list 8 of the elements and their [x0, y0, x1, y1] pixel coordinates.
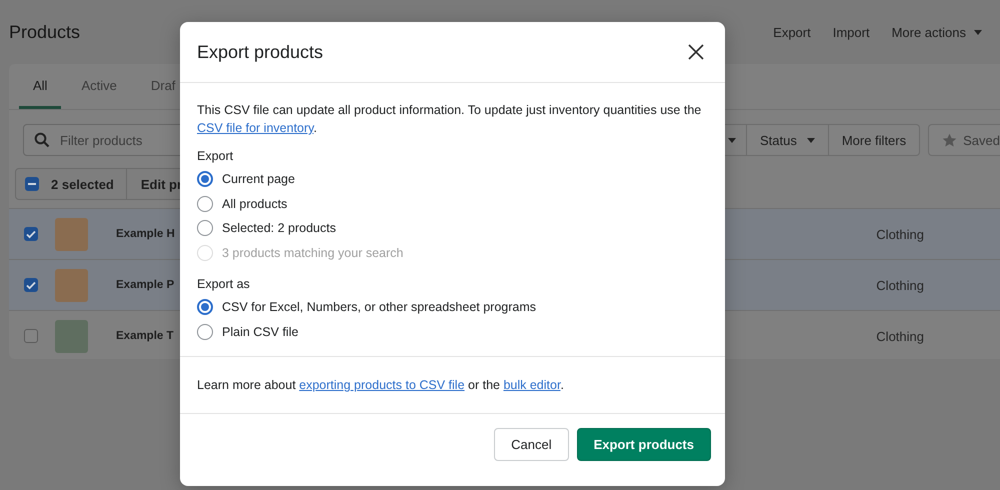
- group-label: Export as: [197, 277, 251, 291]
- product-type: Clothing: [876, 328, 924, 344]
- selected-count: 2 selected: [39, 169, 127, 199]
- learn-more-text: Learn more about exporting products to CSV file or the bulk editor.: [197, 377, 565, 394]
- product-type: Clothing: [876, 226, 924, 242]
- product-type: Clothing: [876, 278, 924, 292]
- page-title: Products: [9, 22, 80, 42]
- dialog-title: Export products: [197, 42, 324, 62]
